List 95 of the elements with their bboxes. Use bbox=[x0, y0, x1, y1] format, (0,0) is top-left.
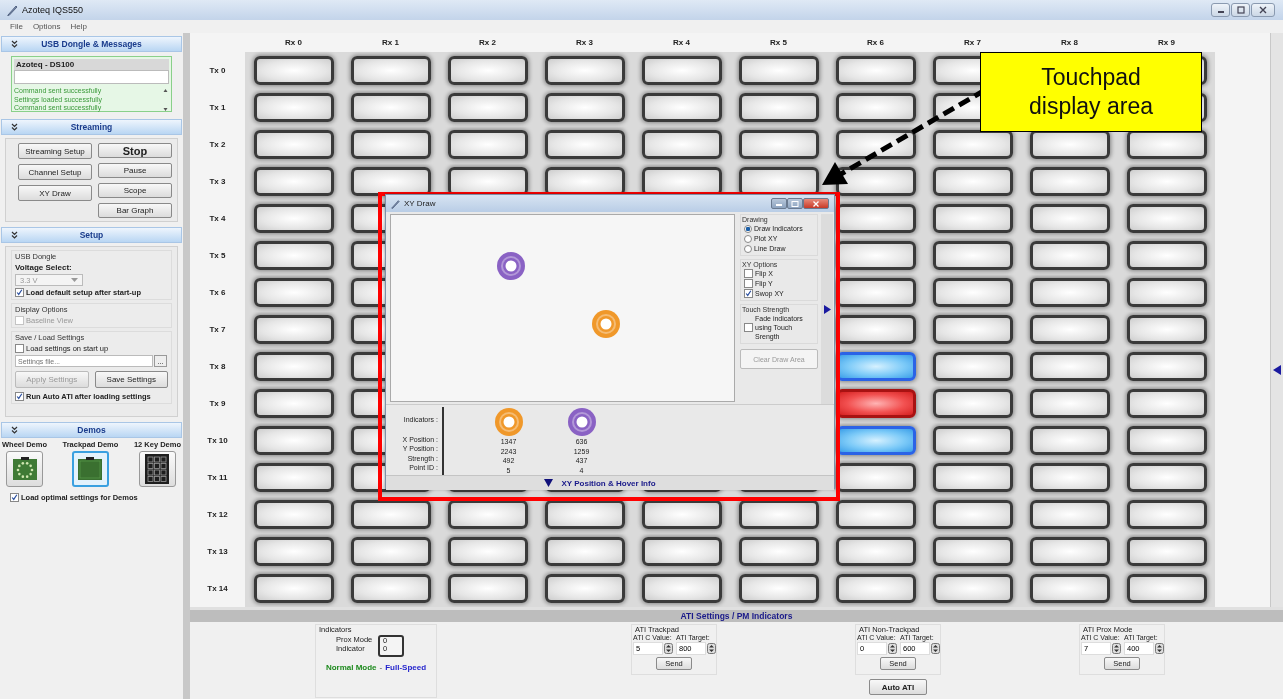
radio-button[interactable] bbox=[744, 244, 752, 253]
row-header: Tx 8 bbox=[208, 362, 227, 371]
spinner-arrows-icon[interactable] bbox=[1112, 643, 1121, 654]
collapse-arrow-icon[interactable] bbox=[544, 479, 554, 487]
close-icon[interactable] bbox=[803, 198, 829, 209]
stop-button[interactable]: Stop bbox=[98, 143, 172, 158]
channel-setup-button[interactable]: Channel Setup bbox=[18, 164, 92, 180]
info-toggle-bar[interactable]: XY Position & Hover Info bbox=[386, 475, 834, 490]
device-field[interactable] bbox=[14, 70, 169, 84]
row-header: Tx 10 bbox=[206, 436, 229, 445]
pen-icon bbox=[390, 198, 400, 209]
device-name: Azoteq - DS100 bbox=[14, 59, 169, 70]
collapse-chevron-icon[interactable] bbox=[11, 123, 18, 131]
row-header: Tx 14 bbox=[206, 584, 229, 593]
expand-arrow-icon[interactable] bbox=[823, 304, 831, 314]
auto-ati-button[interactable]: Auto ATI bbox=[869, 679, 927, 695]
checkbox[interactable] bbox=[744, 323, 753, 332]
scope-button[interactable]: Scope bbox=[98, 183, 172, 198]
touch-indicator bbox=[496, 251, 527, 282]
spinner-arrows-icon[interactable] bbox=[664, 643, 673, 654]
section-header[interactable]: Demos bbox=[1, 422, 182, 438]
collapse-chevron-icon[interactable] bbox=[11, 231, 18, 239]
spinner-arrows-icon[interactable] bbox=[888, 643, 897, 654]
expand-arrow-icon[interactable] bbox=[1273, 365, 1281, 375]
row-header: Tx 4 bbox=[208, 214, 227, 223]
panel-title: ATI Settings / PM Indicators bbox=[680, 611, 793, 621]
row-header: Tx 3 bbox=[208, 177, 227, 186]
column-header: Rx 9 bbox=[1157, 38, 1176, 47]
row-header: Tx 9 bbox=[208, 399, 227, 408]
column-header: Rx 3 bbox=[575, 38, 594, 47]
collapse-chevron-icon[interactable] bbox=[11, 40, 18, 48]
row-header: Tx 12 bbox=[206, 510, 229, 519]
radio-button[interactable] bbox=[744, 224, 752, 233]
maximize-icon[interactable] bbox=[787, 198, 803, 209]
row-header: Tx 0 bbox=[208, 66, 227, 75]
section-header[interactable]: USB Dongle & Messages bbox=[1, 36, 182, 52]
section-title: Streaming bbox=[69, 122, 114, 132]
column-header: Rx 8 bbox=[1060, 38, 1079, 47]
section-title: USB Dongle & Messages bbox=[40, 39, 143, 49]
touch-indicator bbox=[590, 308, 621, 339]
menu-item[interactable]: Options bbox=[32, 22, 61, 31]
checkbox[interactable] bbox=[15, 344, 24, 353]
bar-graph-button[interactable]: Bar Graph bbox=[98, 203, 172, 218]
column-header: Rx 6 bbox=[866, 38, 885, 47]
xy-draw-button[interactable]: XY Draw bbox=[18, 185, 92, 201]
pause-button[interactable]: Pause bbox=[98, 163, 172, 178]
checkbox[interactable] bbox=[744, 289, 753, 298]
pen-icon bbox=[6, 4, 18, 16]
spinner-arrows-icon[interactable] bbox=[707, 643, 716, 654]
row-header: Tx 13 bbox=[206, 547, 229, 556]
section-header[interactable]: Setup bbox=[1, 227, 182, 243]
window-title: Azoteq IQS550 bbox=[22, 5, 84, 15]
radio-button[interactable] bbox=[744, 234, 752, 243]
demo-button[interactable] bbox=[138, 451, 176, 487]
streaming-setup-button[interactable]: Streaming Setup bbox=[18, 143, 92, 159]
save-settings-button[interactable]: Save Settings bbox=[94, 371, 168, 388]
checkbox[interactable] bbox=[744, 269, 753, 278]
section-header[interactable]: Streaming bbox=[1, 119, 182, 135]
menu-item[interactable]: Help bbox=[70, 22, 87, 31]
info-toggle-label: XY Position & Hover Info bbox=[561, 478, 656, 488]
trackpad-board-icon bbox=[77, 457, 104, 481]
field-label: Voltage Select: bbox=[15, 263, 73, 272]
row-header: Tx 5 bbox=[208, 251, 227, 260]
menu-item[interactable]: File bbox=[10, 22, 23, 31]
window-title: XY Draw bbox=[404, 199, 436, 208]
column-header: Rx 7 bbox=[963, 38, 982, 47]
checkbox[interactable] bbox=[10, 493, 19, 502]
column-header: Rx 4 bbox=[672, 38, 691, 47]
section-title: Setup bbox=[78, 230, 105, 240]
row-header: Tx 11 bbox=[206, 473, 229, 482]
column-header: Rx 0 bbox=[284, 38, 303, 47]
checkbox[interactable] bbox=[15, 288, 24, 297]
minimize-icon[interactable] bbox=[1211, 3, 1230, 17]
checkbox[interactable] bbox=[744, 279, 753, 288]
column-header: Rx 2 bbox=[478, 38, 497, 47]
wheel-board-icon bbox=[11, 457, 38, 481]
minimize-icon[interactable] bbox=[771, 198, 787, 209]
speed-status: Full-Speed bbox=[385, 663, 427, 672]
row-header: Tx 2 bbox=[208, 140, 227, 149]
column-header: Rx 5 bbox=[769, 38, 788, 47]
keypad-board-icon bbox=[145, 454, 170, 484]
callout-text: Touchpad display area bbox=[1028, 63, 1154, 121]
row-header: Tx 1 bbox=[208, 103, 227, 112]
mode-status: Normal Mode bbox=[325, 663, 377, 672]
spinner-arrows-icon[interactable] bbox=[931, 643, 940, 654]
row-header: Tx 6 bbox=[208, 288, 227, 297]
spinner-arrows-icon[interactable] bbox=[1155, 643, 1164, 654]
checkbox[interactable] bbox=[15, 392, 24, 401]
section-title: Demos bbox=[76, 425, 107, 435]
close-icon[interactable] bbox=[1251, 3, 1275, 17]
scrollbar-icon[interactable] bbox=[162, 87, 169, 113]
collapse-chevron-icon[interactable] bbox=[11, 426, 18, 434]
separator-text: - bbox=[379, 663, 383, 672]
row-header: Tx 7 bbox=[208, 325, 227, 334]
column-header: Rx 1 bbox=[381, 38, 400, 47]
